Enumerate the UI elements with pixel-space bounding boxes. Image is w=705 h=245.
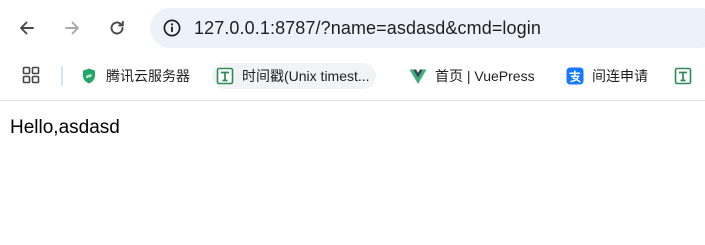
- back-arrow-icon: [20, 21, 34, 35]
- tencent-cloud-shield-icon: [80, 67, 98, 85]
- back-button[interactable]: [9, 10, 45, 46]
- url-text[interactable]: 127.0.0.1:8787/?name=asdasd&cmd=login: [194, 18, 541, 39]
- bookmark-alipay[interactable]: 间连申请: [566, 63, 648, 89]
- bookmark-label: 时间戳(Unix timest...: [242, 68, 370, 84]
- site-info-button[interactable]: [154, 12, 190, 44]
- info-circle-icon: [163, 19, 181, 37]
- forward-button[interactable]: [54, 10, 90, 46]
- bookmark-tencent-cloud[interactable]: 腾讯云服务器: [80, 63, 190, 89]
- forward-arrow-icon: [65, 21, 79, 35]
- green-t-icon: [216, 67, 234, 85]
- vue-logo-icon: [409, 67, 427, 85]
- reload-button[interactable]: [99, 10, 135, 46]
- page-body-text: Hello,asdasd: [10, 117, 120, 138]
- green-t-icon: [674, 67, 692, 85]
- bookmark-partial[interactable]: [674, 63, 700, 89]
- alipay-icon: [566, 67, 584, 85]
- bookmark-label: 间连申请: [592, 68, 648, 84]
- reload-icon: [110, 20, 124, 35]
- toolbar-divider: [0, 100, 705, 101]
- apps-grid-icon[interactable]: [22, 66, 40, 84]
- bookmark-vuepress[interactable]: 首页 | VuePress: [409, 63, 535, 89]
- bookmarks-separator: [61, 66, 63, 86]
- browser-toolbar: 127.0.0.1:8787/?name=asdasd&cmd=login: [0, 0, 705, 56]
- bookmark-unix-timestamp[interactable]: 时间戳(Unix timest...: [212, 63, 376, 89]
- bookmark-label: 腾讯云服务器: [106, 68, 190, 84]
- bookmark-label: 首页 | VuePress: [435, 68, 535, 84]
- address-bar[interactable]: 127.0.0.1:8787/?name=asdasd&cmd=login: [150, 8, 705, 48]
